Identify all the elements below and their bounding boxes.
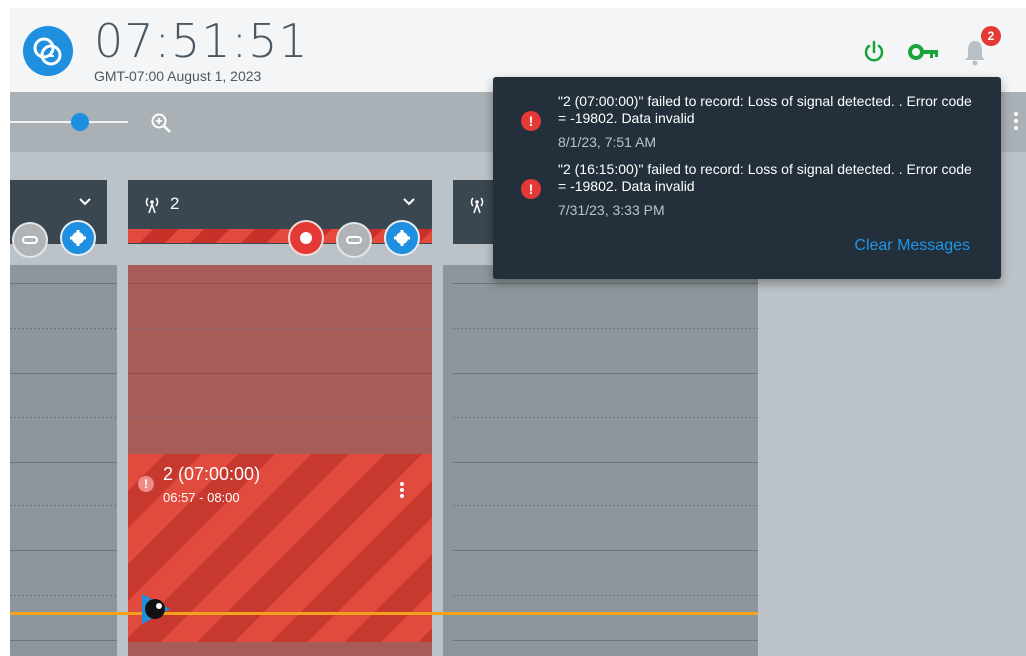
channel-number: 2 [170,194,180,213]
clock-time: 07:51:51 [94,14,309,68]
zoom-slider-track[interactable] [10,121,128,123]
antenna-icon [467,194,487,219]
alert-icon: ! [138,476,154,492]
notification-item[interactable]: ! "2 (16:15:00)" failed to record: Loss … [493,161,1001,231]
current-time-line [10,612,758,615]
power-icon[interactable] [862,40,886,69]
notification-count-badge: 2 [981,26,1001,46]
channel-2-settings-button[interactable] [384,220,420,256]
record-button[interactable] [288,220,324,256]
playhead-marker-icon[interactable] [140,592,180,626]
channel-1-track[interactable] [10,265,117,656]
recording-time-range: 06:57 - 08:00 [163,490,240,505]
clock-date: GMT-07:00 August 1, 2023 [94,68,262,84]
channel-column-2: 2 ! 2 (07:00:00) 06:57 - 08:00 [128,152,432,656]
clear-messages-button[interactable]: Clear Messages [854,237,970,255]
recording-more-icon[interactable] [400,482,404,500]
key-icon[interactable] [908,42,940,67]
app-logo-icon[interactable] [23,26,73,76]
notifications-popup: ! "2 (07:00:00)" failed to record: Loss … [493,77,1001,279]
toolbar-more-icon[interactable] [1012,112,1020,133]
notification-message: "2 (07:00:00)" failed to record: Loss of… [558,93,972,126]
channel-column-1 [10,152,117,656]
error-icon: ! [521,179,541,199]
chevron-down-icon[interactable] [78,194,92,213]
chevron-down-icon[interactable] [402,194,416,213]
zoom-in-icon[interactable] [150,112,172,139]
antenna-icon [142,194,162,219]
notification-message: "2 (16:15:00)" failed to record: Loss of… [558,161,972,194]
link-button[interactable] [12,222,48,258]
recording-title: 2 (07:00:00) [163,464,261,484]
notification-item[interactable]: ! "2 (07:00:00)" failed to record: Loss … [493,93,1001,163]
notification-time: 8/1/23, 7:51 AM [558,134,657,150]
zoom-slider-handle[interactable] [71,113,89,131]
error-icon: ! [521,111,541,131]
channel-3-track[interactable] [443,265,758,656]
notification-time: 7/31/23, 3:33 PM [558,202,665,218]
channel-1-settings-button[interactable] [60,220,96,256]
link-button[interactable] [336,222,372,258]
